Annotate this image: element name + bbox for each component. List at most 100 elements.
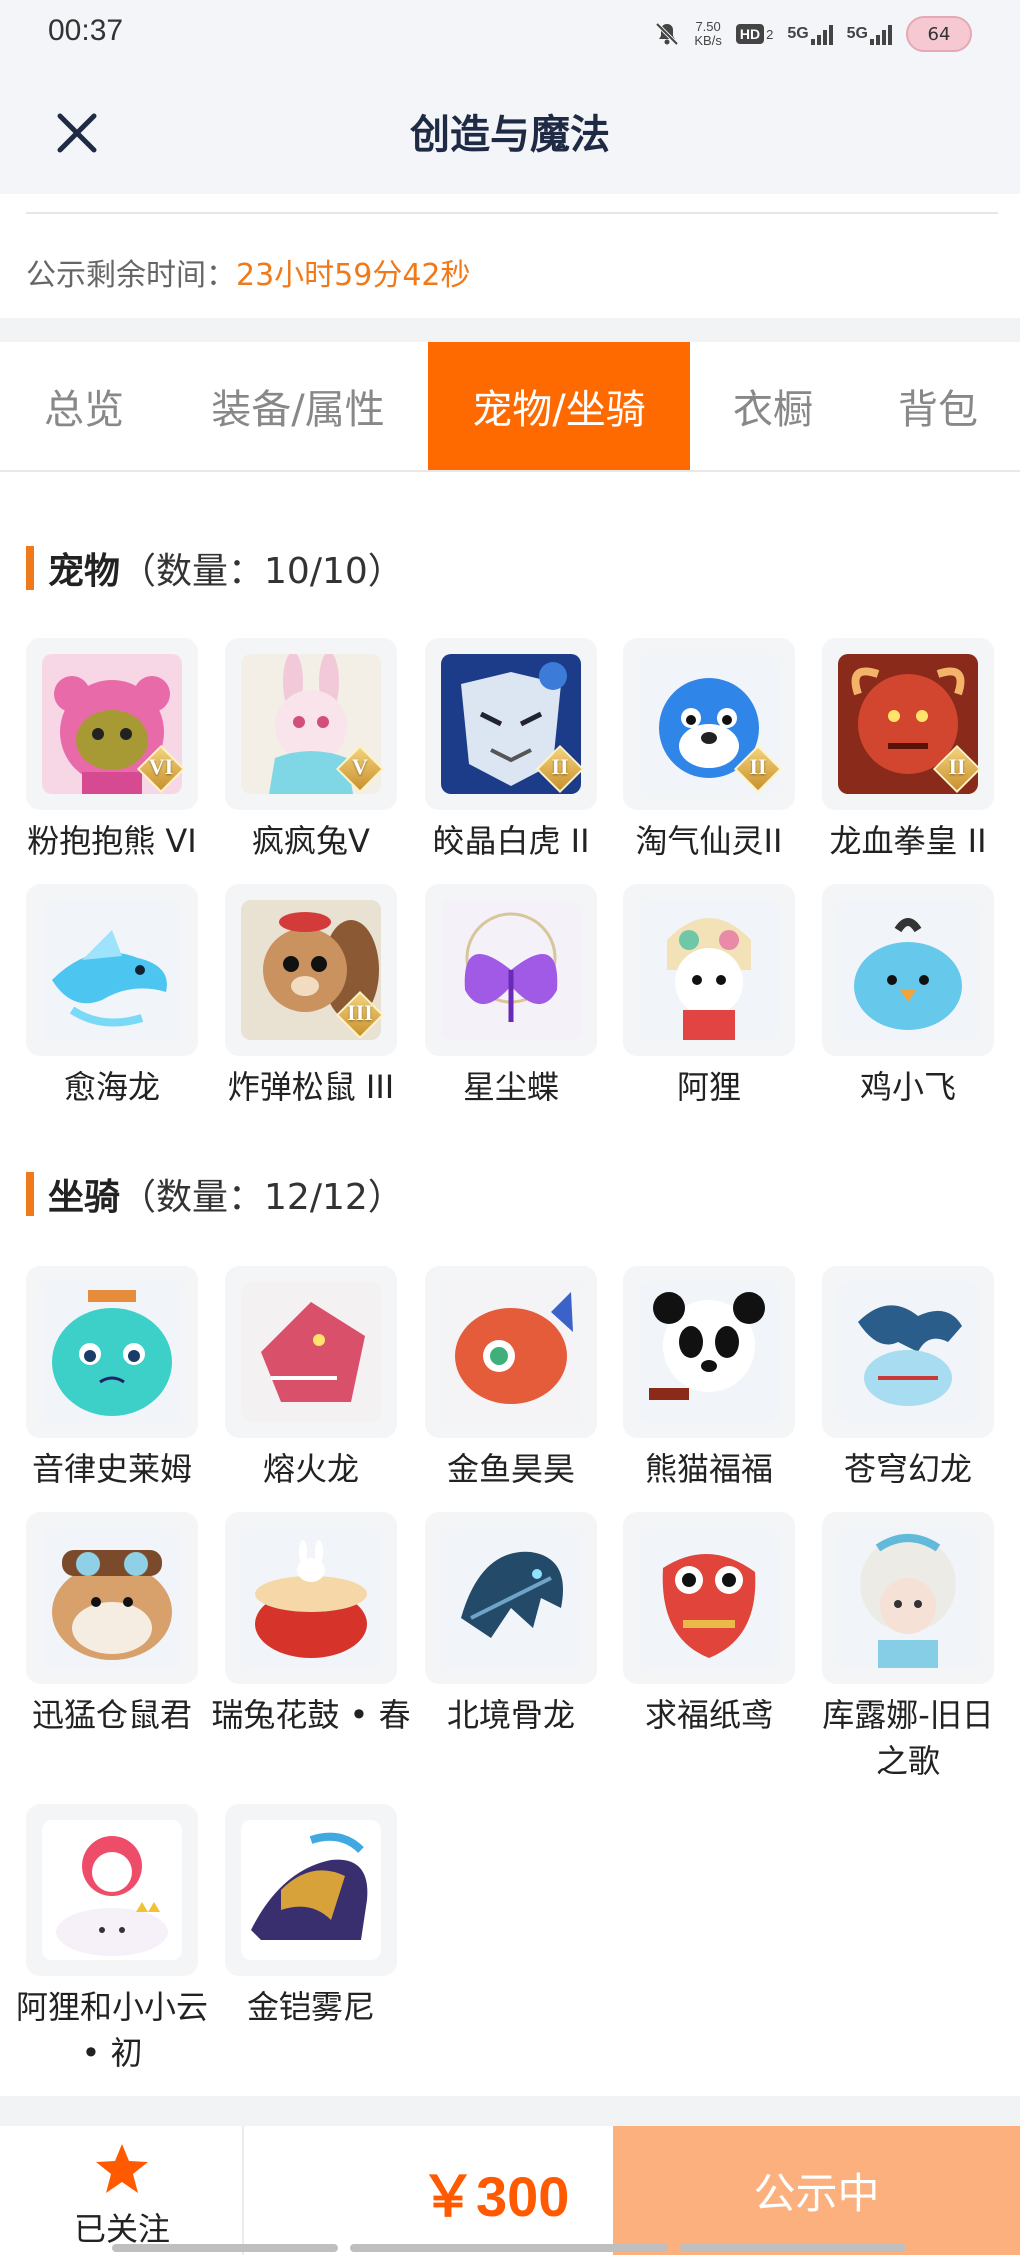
countdown-value: 23小时59分42秒 [236,258,471,293]
countdown-label: 公示剩余时间： [26,258,236,293]
mount-item[interactable]: 音律史莱姆 [26,1266,198,1492]
item-thumbnail [26,884,198,1056]
hd-label: HD [735,24,765,44]
rank-numeral: II [749,754,767,779]
mount-item[interactable]: 库露娜-旧日之歌 [822,1512,994,1784]
panda-icon [639,1282,779,1422]
item-thumbnail [623,884,795,1056]
pet-item[interactable]: 鸡小飞 [822,884,994,1110]
item-thumbnail: II [822,638,994,810]
little-chick-icon [838,900,978,1040]
tab-pets-mounts[interactable]: 宠物/坐骑 [428,342,690,470]
pet-item[interactable]: III 炸弹松鼠 III [225,884,397,1110]
app-header: 创造与魔法 [0,66,1020,194]
status-bar: 00:37 7.50 KB/s HD 2 5G 5G 64 [0,0,1020,66]
item-thumbnail: II [425,638,597,810]
item-name: 粉抱抱熊 VI [27,822,197,860]
stardust-butterfly-icon [441,900,581,1040]
paper-kite-fish-icon [639,1528,779,1668]
rank-numeral: III [347,1000,373,1025]
mount-item[interactable]: 北境骨龙 [425,1512,597,1738]
hd-sub: 2 [766,26,774,42]
rank-badge: III [335,990,385,1040]
mount-item[interactable]: 阿狸和小小云 • 初 [16,1804,208,2076]
rabbit-drum-icon [241,1528,381,1668]
mount-item[interactable]: 求福纸鸢 [623,1512,795,1738]
mount-item[interactable]: 金铠雾尼 [225,1804,397,2030]
rank-numeral: II [948,754,966,779]
countdown: 公示剩余时间：23小时59分42秒 [26,250,471,294]
item-name: 熔火龙 [262,1450,359,1488]
item-thumbnail [822,1266,994,1438]
home-indicator [680,2244,906,2252]
item-thumbnail [623,1512,795,1684]
tab-overview[interactable]: 总览 [0,342,168,470]
section-gap [0,318,1020,342]
mount-item[interactable]: 熔火龙 [225,1266,397,1492]
home-indicator [112,2244,338,2252]
home-indicator [350,2244,668,2252]
tab-backpack[interactable]: 背包 [856,342,1020,470]
price: ￥300 [420,2165,570,2228]
mount-item[interactable]: 瑞兔花鼓 • 春 [211,1512,411,1738]
bone-dragon-icon [441,1528,581,1668]
pet-item[interactable]: II 龙血拳皇 II [822,638,994,864]
tab-equipment[interactable]: 装备/属性 [168,342,428,470]
tab-wardrobe[interactable]: 衣橱 [690,342,856,470]
item-name: 龙血拳皇 II [829,822,987,860]
pet-item[interactable]: II 皎晶白虎 II [425,638,597,864]
signal-icon-1: 5G [787,23,833,45]
pet-item[interactable]: II 淘气仙灵II [623,638,795,864]
hd-icon: HD 2 [735,24,774,44]
pet-item[interactable]: 愈海龙 [26,884,198,1110]
item-name: 星尘蝶 [462,1068,559,1106]
item-thumbnail [425,1266,597,1438]
bottom-action-bar: 已关注 ￥300 公示中 [0,2126,1020,2255]
item-name: 北境骨龙 [446,1696,575,1734]
mount-item[interactable]: 金鱼昊昊 [425,1266,597,1492]
rank-badge: V [335,744,385,794]
rank-numeral: VI [148,754,174,779]
pet-item[interactable]: V 疯疯兔V [225,638,397,864]
item-name: 皎晶白虎 II [432,822,590,860]
network-speed-unit: KB/s [694,33,722,48]
hamster-icon [42,1528,182,1668]
item-name: 求福纸鸢 [644,1696,773,1734]
section-accent-bar [26,1172,34,1216]
pet-item[interactable]: 阿狸 [623,884,795,1110]
pet-item[interactable]: 星尘蝶 [425,884,597,1110]
item-name: 愈海龙 [63,1068,160,1106]
item-thumbnail [225,1804,397,1976]
publicity-status-button[interactable]: 公示中 [613,2126,1020,2255]
mount-item[interactable]: 苍穹幻龙 [822,1266,994,1492]
rank-badge: II [733,744,783,794]
goldfish-icon [441,1282,581,1422]
section-gap [0,2096,1020,2126]
item-name: 瑞兔花鼓 • 春 [211,1696,411,1734]
signal1-label: 5G [787,25,809,42]
item-thumbnail [225,1512,397,1684]
mount-item[interactable]: 迅猛仓鼠君 [26,1512,198,1738]
signal-icon-2: 5G [847,23,892,45]
pet-item[interactable]: VI 粉抱抱熊 VI [26,638,198,864]
item-thumbnail: III [225,884,397,1056]
item-name: 库露娜-旧日之歌 [822,1696,994,1780]
pets-section-title: 宠物 （数量：10/10） [26,542,404,594]
battery-icon: 64 [906,16,972,52]
ali-and-cloud-icon [42,1820,182,1960]
page-title: 创造与魔法 [410,112,610,158]
item-thumbnail [26,1804,198,1976]
item-name: 炸弹松鼠 III [227,1068,395,1106]
item-name: 熊猫福福 [644,1450,773,1488]
pets-title: 宠物 [48,551,121,592]
mount-item[interactable]: 熊猫福福 [623,1266,795,1492]
ali-fox-icon [639,900,779,1040]
mounts-title: 坐骑 [48,1177,121,1218]
molten-dragon-icon [241,1282,381,1422]
network-speed-value: 7.50 [695,19,721,34]
follow-button[interactable]: 已关注 [0,2126,244,2255]
status-time: 00:37 [48,14,124,47]
item-thumbnail: V [225,638,397,810]
item-thumbnail [26,1266,198,1438]
item-name: 阿狸和小小云 • 初 [15,1988,208,2072]
